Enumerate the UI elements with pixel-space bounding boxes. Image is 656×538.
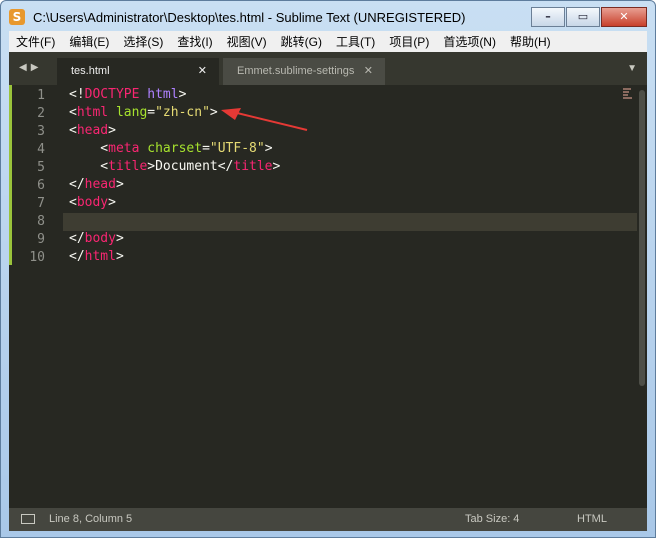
menu-find[interactable]: 查找(I): [170, 33, 219, 50]
code-line: </head>: [69, 177, 124, 195]
app-window: S C:\Users\Administrator\Desktop\tes.htm…: [0, 0, 656, 538]
code-token: lang: [108, 105, 148, 120]
code-token: >: [115, 177, 124, 192]
code-token: >: [272, 159, 281, 174]
code-token: <: [69, 141, 109, 156]
menu-help[interactable]: 帮助(H): [503, 33, 558, 50]
menu-edit[interactable]: 编辑(E): [62, 33, 116, 50]
code-token: <: [69, 195, 77, 210]
tab-nav-arrows: ◀▶: [19, 62, 42, 73]
code-line: <title>Document</title>: [69, 159, 280, 177]
code-token: <: [69, 123, 77, 138]
code-token: body: [84, 231, 116, 246]
chevron-left-icon[interactable]: ◀: [19, 62, 31, 73]
current-line-highlight: [63, 213, 637, 231]
code-token: >: [178, 87, 187, 102]
menu-preferences[interactable]: 首选项(N): [436, 33, 503, 50]
code-line: </body>: [69, 231, 124, 249]
menu-goto[interactable]: 跳转(G): [274, 33, 329, 50]
code-token: >: [209, 105, 218, 120]
code-line: <head>: [69, 123, 116, 141]
code-line: <body>: [69, 195, 116, 213]
code-token: title: [233, 159, 273, 174]
tab-emmet-settings[interactable]: Emmet.sublime-settings ✕: [223, 58, 385, 85]
code-token: >: [108, 195, 116, 210]
menu-view[interactable]: 视图(V): [220, 33, 274, 50]
code-token: >Document</: [147, 159, 234, 174]
cursor-position: Line 8, Column 5: [49, 513, 133, 525]
code-token: =: [147, 105, 156, 120]
code-token: html: [139, 87, 179, 102]
code-token: </: [69, 231, 85, 246]
code-token: body: [76, 195, 109, 210]
minimize-button[interactable]: –: [531, 7, 565, 27]
code-token: "UTF-8": [209, 141, 265, 156]
status-bar: Line 8, Column 5 Tab Size: 4 HTML: [9, 508, 647, 531]
code-token: >: [115, 249, 124, 264]
menu-tools[interactable]: 工具(T): [329, 33, 382, 50]
tab-label: tes.html: [71, 65, 110, 77]
chevron-down-icon[interactable]: ▼: [627, 63, 637, 74]
code-token: >: [108, 123, 116, 138]
code-line: <meta charset="UTF-8">: [69, 141, 273, 159]
close-button[interactable]: ✕: [601, 7, 647, 27]
line-gutter: 1 2 3 4 5 6 7 8 9 10: [9, 85, 63, 515]
code-area[interactable]: <!DOCTYPE html> <html lang="zh-cn"> <head>…: [63, 85, 637, 515]
line-number: 10: [29, 250, 45, 265]
code-line: <html lang="zh-cn">: [69, 105, 218, 123]
menu-file[interactable]: 文件(F): [9, 33, 62, 50]
line-number: 9: [37, 232, 45, 247]
tab-size-indicator[interactable]: Tab Size: 4: [465, 513, 519, 525]
menu-project[interactable]: 项目(P): [382, 33, 436, 50]
sublime-s-icon: S: [9, 9, 25, 25]
syntax-indicator[interactable]: HTML: [577, 513, 607, 525]
code-token: "zh-cn": [155, 105, 210, 120]
tab-label: Emmet.sublime-settings: [237, 65, 355, 77]
line-number: 3: [37, 124, 45, 139]
close-icon[interactable]: ✕: [364, 58, 373, 85]
editor-frame: ◀▶ tes.html ✕ Emmet.sublime-settings ✕ ▼…: [9, 52, 647, 531]
code-line: </html>: [69, 249, 124, 267]
line-number: 4: [37, 142, 45, 157]
menu-selection[interactable]: 选择(S): [116, 33, 170, 50]
code-token: html: [84, 249, 116, 264]
line-number: 1: [37, 88, 45, 103]
code-token: title: [108, 159, 148, 174]
code-token: <: [69, 159, 109, 174]
title-bar[interactable]: S C:\Users\Administrator\Desktop\tes.htm…: [1, 1, 655, 31]
line-number: 6: [37, 178, 45, 193]
maximize-button[interactable]: ▭: [566, 7, 600, 27]
red-arrow-pointer: [221, 108, 308, 131]
tab-bar: ◀▶ tes.html ✕ Emmet.sublime-settings ✕ ▼: [9, 52, 647, 85]
code-token: =: [202, 141, 210, 156]
line-number: 5: [37, 160, 45, 175]
code-token: meta: [108, 141, 140, 156]
line-number: 2: [37, 106, 45, 121]
code-token: </: [69, 249, 85, 264]
vertical-scrollbar[interactable]: [639, 90, 645, 386]
window-controls: – ▭ ✕: [530, 7, 647, 27]
code-token: >: [115, 231, 124, 246]
close-icon[interactable]: ✕: [198, 58, 207, 85]
code-token: </: [69, 177, 85, 192]
code-token: DOCTYPE: [84, 87, 140, 102]
line-number: 7: [37, 196, 45, 211]
code-line: <!DOCTYPE html>: [69, 87, 186, 105]
code-token: >: [264, 141, 273, 156]
code-token: charset: [139, 141, 203, 156]
tab-tes-html[interactable]: tes.html ✕: [57, 58, 219, 85]
code-token: head: [84, 177, 116, 192]
minimap[interactable]: [623, 88, 633, 104]
window-title: C:\Users\Administrator\Desktop\tes.html …: [33, 10, 466, 25]
chevron-right-icon[interactable]: ▶: [31, 62, 43, 73]
code-token: head: [76, 123, 109, 138]
line-number: 8: [37, 214, 45, 229]
code-token: <: [69, 105, 77, 120]
code-token: <!: [69, 87, 85, 102]
panel-toggle-icon[interactable]: [21, 514, 35, 524]
menu-bar: 文件(F) 编辑(E) 选择(S) 查找(I) 视图(V) 跳转(G) 工具(T…: [9, 31, 647, 52]
code-token: html: [76, 105, 109, 120]
